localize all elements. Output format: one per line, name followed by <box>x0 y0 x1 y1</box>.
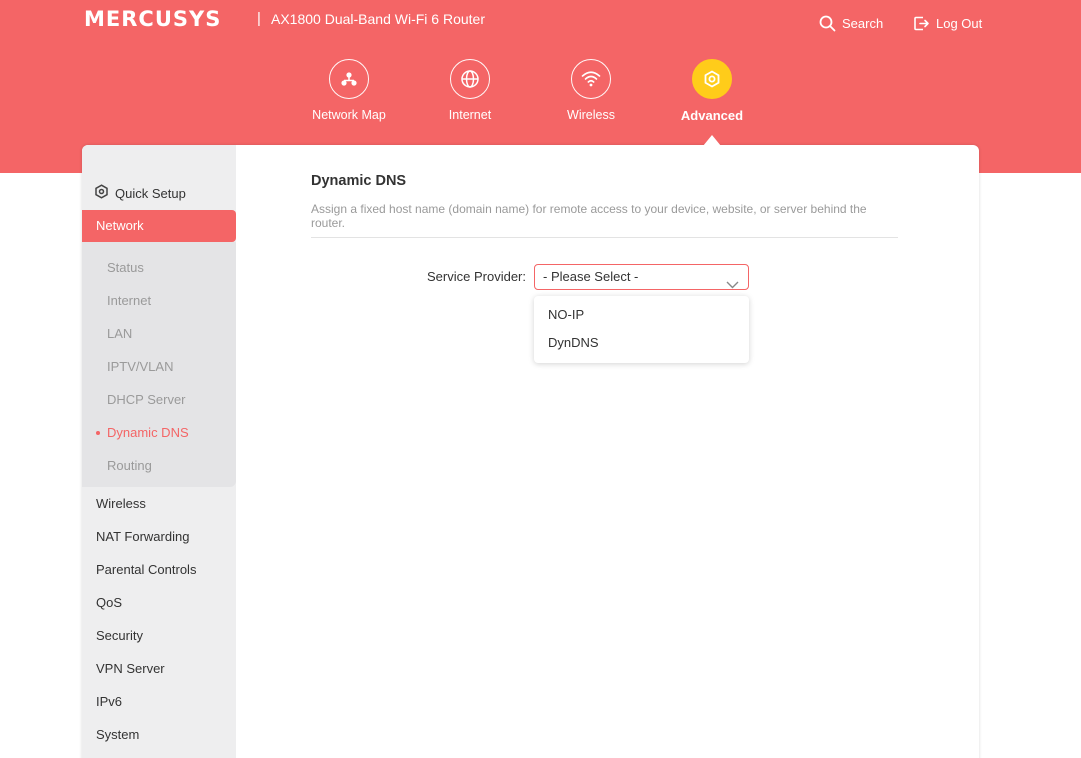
service-provider-label: Service Provider: <box>427 269 526 284</box>
active-nav-pointer <box>703 135 721 146</box>
nav-advanced[interactable]: Advanced <box>657 59 767 123</box>
sidebar-subitem-dynamic-dns[interactable]: Dynamic DNS <box>96 424 189 442</box>
nav-wireless[interactable]: Wireless <box>536 59 646 123</box>
select-value: - Please Select - <box>543 269 639 284</box>
sidebar-subitem-dhcp-server[interactable]: DHCP Server <box>107 391 186 409</box>
sidebar-subitem-internet[interactable]: Internet <box>107 292 151 310</box>
sidebar-item-security[interactable]: Security <box>96 627 143 645</box>
active-indicator-dot <box>96 431 100 435</box>
nav-internet-label: Internet <box>448 108 492 122</box>
network-submenu: Status Internet LAN IPTV/VLAN DHCP Serve… <box>82 242 236 487</box>
title-separator: | <box>257 10 261 27</box>
nav-internet[interactable]: Internet <box>415 59 525 123</box>
sidebar: Quick Setup Network Status Internet LAN … <box>82 145 236 758</box>
gear-icon <box>692 59 732 99</box>
dynamic-dns-label: Dynamic DNS <box>107 425 189 440</box>
nav-network-map-label: Network Map <box>312 108 386 122</box>
sidebar-subitem-status[interactable]: Status <box>107 259 144 277</box>
dropdown-option-dyndns[interactable]: DynDNS <box>534 332 749 360</box>
service-provider-dropdown: NO-IP DynDNS <box>534 296 749 363</box>
sidebar-subitem-iptv-vlan[interactable]: IPTV/VLAN <box>107 358 173 376</box>
globe-icon <box>450 59 490 99</box>
logout-label: Log Out <box>936 15 983 31</box>
sidebar-item-quick-setup[interactable]: Quick Setup <box>94 182 186 204</box>
main-card: Quick Setup Network Status Internet LAN … <box>82 145 979 758</box>
brand-logo: MERCUSYS <box>84 7 222 31</box>
sidebar-subitem-lan[interactable]: LAN <box>107 325 132 343</box>
chevron-down-icon <box>726 273 739 297</box>
page-description: Assign a fixed host name (domain name) f… <box>311 202 867 230</box>
sidebar-item-vpn-server[interactable]: VPN Server <box>96 660 165 678</box>
logout-icon <box>913 15 930 32</box>
network-map-icon <box>329 59 369 99</box>
search-icon <box>819 15 836 32</box>
search-button[interactable]: Search <box>819 13 883 33</box>
router-model-title: AX1800 Dual-Band Wi-Fi 6 Router <box>271 11 485 27</box>
dropdown-option-no-ip[interactable]: NO-IP <box>534 304 749 332</box>
sidebar-item-nat-forwarding[interactable]: NAT Forwarding <box>96 528 189 546</box>
nav-network-map[interactable]: Network Map <box>294 59 404 123</box>
sidebar-item-wireless[interactable]: Wireless <box>96 495 146 513</box>
sidebar-item-ipv6[interactable]: IPv6 <box>96 693 122 711</box>
sidebar-item-qos[interactable]: QoS <box>96 594 122 612</box>
section-divider <box>311 237 898 238</box>
quick-setup-icon <box>94 184 109 202</box>
nav-advanced-label: Advanced <box>680 108 744 123</box>
page-title: Dynamic DNS <box>311 173 407 189</box>
sidebar-subitem-routing[interactable]: Routing <box>107 457 152 475</box>
search-label: Search <box>842 15 884 31</box>
sidebar-item-parental-controls[interactable]: Parental Controls <box>96 561 196 579</box>
content-area: Dynamic DNS Assign a fixed host name (do… <box>311 145 901 758</box>
wifi-icon <box>571 59 611 99</box>
service-provider-select[interactable]: - Please Select - <box>534 264 749 290</box>
sidebar-item-system[interactable]: System <box>96 726 139 744</box>
sidebar-item-network[interactable]: Network <box>82 210 236 242</box>
quick-setup-label: Quick Setup <box>115 185 186 201</box>
nav-wireless-label: Wireless <box>567 108 615 122</box>
logout-button[interactable]: Log Out <box>913 13 982 33</box>
